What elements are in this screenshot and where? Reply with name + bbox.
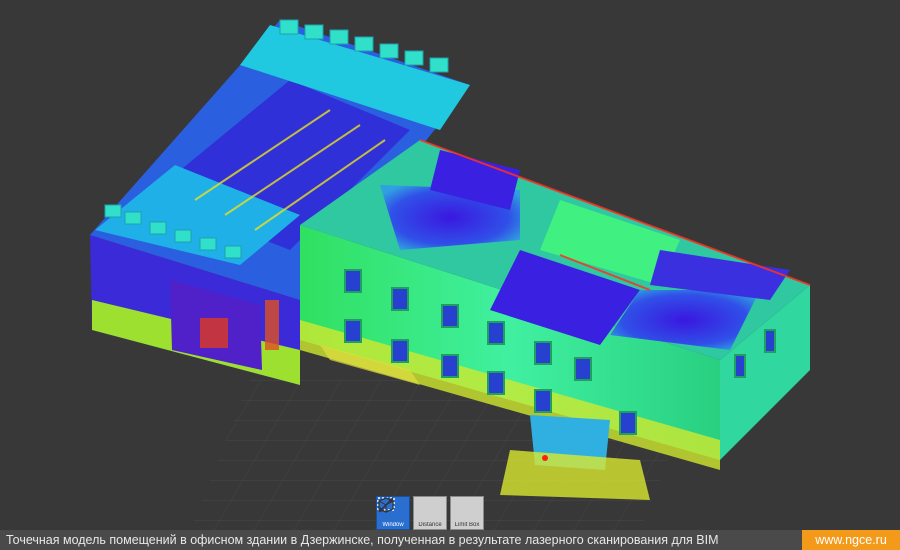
distance-measure-icon	[378, 497, 441, 522]
window-select-label: Window	[382, 522, 404, 528]
limit-box-icon	[378, 497, 478, 522]
limit-box-button[interactable]: Limit Box	[378, 496, 484, 530]
caption-text: Точечная модель помещений в офисном здан…	[6, 533, 719, 547]
point-cloud-model	[90, 19, 811, 530]
distance-button[interactable]: Distance	[378, 496, 447, 530]
distance-label: Distance	[418, 522, 442, 528]
site-link[interactable]: www.ngce.ru	[802, 530, 900, 550]
caption-bar: Точечная модель помещений в офисном здан…	[0, 530, 900, 550]
point-cloud-viewport[interactable]: Window Distance Limit Box	[0, 0, 900, 530]
limit-box-label: Limit Box	[454, 522, 480, 528]
measurement-toolbar: Window Distance Limit Box	[376, 496, 484, 530]
